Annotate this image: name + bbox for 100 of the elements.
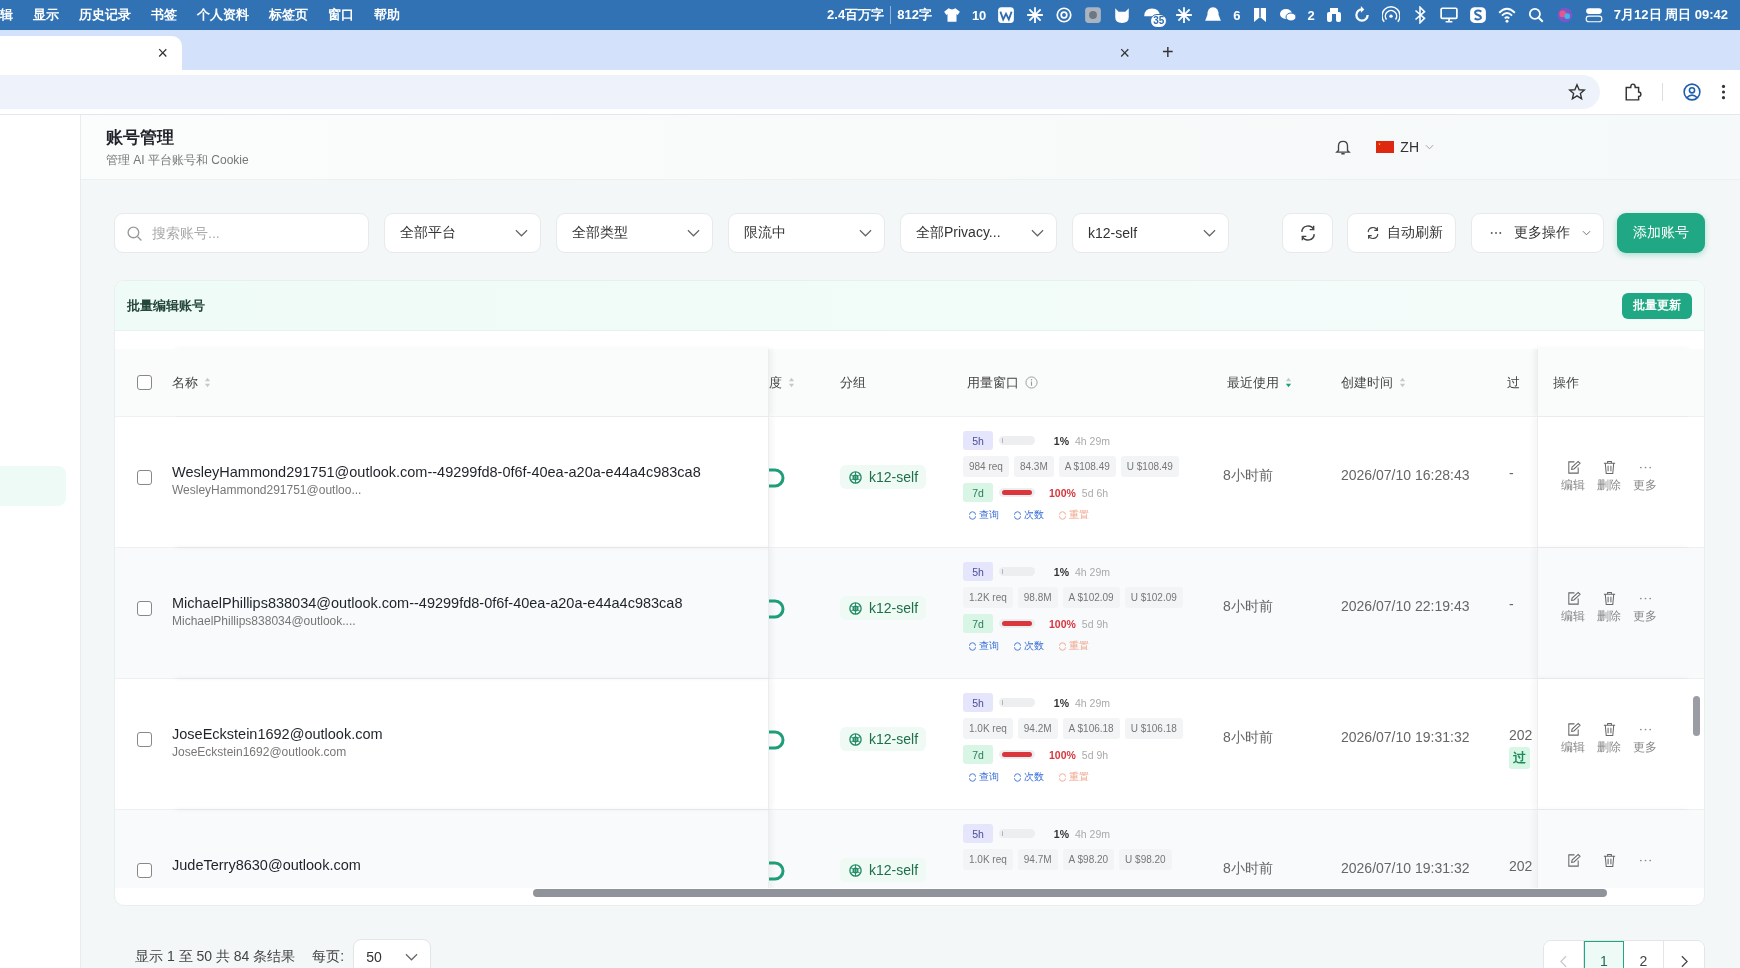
ellipsis-icon [1490, 231, 1502, 235]
browser-tab[interactable]: × [184, 36, 1144, 70]
filter-select[interactable]: 全部类型 [556, 213, 713, 253]
usage-stat: A $106.18 [1062, 718, 1120, 739]
reset-time: 5d 9h [1081, 748, 1109, 761]
shirt-icon[interactable] [942, 6, 961, 24]
usage-action-link[interactable]: 查询 [968, 639, 999, 653]
filter-select[interactable]: k12-self [1072, 213, 1229, 253]
usage-action-link[interactable]: 查询 [968, 770, 999, 784]
penguin-count: 6 [1233, 7, 1241, 23]
search-field[interactable]: 搜索账号... [114, 213, 369, 253]
scrollbar-thumb[interactable] [1693, 696, 1700, 736]
trash-icon [1601, 460, 1617, 475]
monitor-icon[interactable] [1439, 6, 1458, 24]
star-icon[interactable] [1568, 83, 1586, 101]
created-time: 2026/07/10 19:31:32 [1341, 860, 1470, 876]
new-tab-button[interactable]: + [1158, 41, 1178, 64]
wifi-icon[interactable] [1497, 6, 1516, 24]
airdrop-icon[interactable] [1381, 6, 1400, 24]
menu-icon[interactable] [1721, 83, 1726, 101]
sync-icon[interactable] [1352, 6, 1371, 24]
penguin-icon[interactable] [1204, 6, 1223, 24]
chevron-right-icon [1680, 954, 1688, 968]
filter-select[interactable]: 限流中 [728, 213, 885, 253]
edit-action[interactable]: 编辑 [1558, 460, 1588, 494]
row-checkbox[interactable] [137, 470, 152, 485]
add-account-button[interactable]: 添加账号 [1617, 213, 1705, 253]
close-tab-button[interactable]: × [153, 42, 172, 64]
select-all-checkbox[interactable] [137, 375, 152, 390]
column-header: 操作 [1553, 373, 1579, 392]
per-page-select[interactable]: 50 [353, 939, 432, 968]
refresh-button[interactable] [1282, 213, 1333, 253]
usage-action-link[interactable]: 查询 [968, 508, 999, 522]
toggle-switch[interactable] [769, 599, 785, 619]
bell-icon[interactable] [1334, 138, 1353, 156]
menu-item[interactable]: 显示 [33, 6, 59, 24]
row-checkbox[interactable] [137, 732, 152, 747]
sparkle-icon[interactable] [1175, 6, 1194, 24]
binoculars-icon[interactable] [1325, 6, 1342, 24]
toggle-switch[interactable] [769, 468, 785, 488]
more-action[interactable]: 更多 [1630, 591, 1660, 625]
flag-icon [1376, 141, 1395, 153]
group-name: k12-self [869, 469, 919, 485]
usage-percent: 1% [1052, 565, 1069, 578]
more-action[interactable]: 更多 [1630, 722, 1660, 756]
browser-tab[interactable]: × [0, 36, 182, 70]
page-button[interactable]: 1 [1584, 941, 1624, 968]
menu-item[interactable]: 书签 [151, 6, 177, 24]
row-checkbox[interactable] [137, 863, 152, 878]
toggle-switch[interactable] [769, 861, 785, 881]
window-tag: 5h [963, 562, 993, 581]
control-center-icon[interactable] [1584, 6, 1603, 24]
scrollbar-thumb[interactable] [533, 889, 1607, 897]
edit-action[interactable]: 编辑 [1558, 722, 1588, 756]
menu-item[interactable]: 窗口 [328, 6, 354, 24]
auto-refresh-button[interactable]: 自动刷新 [1347, 213, 1456, 253]
more-action[interactable]: 更多 [1630, 460, 1660, 494]
filter-select[interactable]: 全部Privacy... [900, 213, 1057, 253]
address-field[interactable] [0, 75, 1600, 109]
refresh-icon [968, 772, 977, 782]
delete-action[interactable]: 删除 [1594, 460, 1624, 494]
chat-icon[interactable] [1278, 6, 1297, 24]
close-tab-button[interactable]: × [1115, 42, 1134, 64]
usage-action-link[interactable]: 次数 [1013, 639, 1044, 653]
bookmark-icon[interactable] [1251, 6, 1268, 24]
column-header: 用量窗口 [967, 373, 1019, 392]
language-selector[interactable]: ZH [1370, 138, 1440, 156]
chat-count: 2 [1307, 7, 1315, 23]
usage-stat: 84.3M [1013, 456, 1054, 477]
account-name: MichaelPhillips838034@outlook.com--49299fd8-0f6f-40ea-a20a-e44a4c983ca8 [172, 595, 683, 611]
chevron-down-icon [859, 229, 872, 237]
menu-item[interactable]: 辑 [0, 6, 13, 24]
usage-action-link[interactable]: 次数 [1013, 770, 1044, 784]
usage-action-link[interactable]: 次数 [1013, 508, 1044, 522]
shirt-count: 10 [971, 7, 987, 23]
account-name: JudeTerry8630@outlook.com [172, 857, 361, 873]
puzzle-icon[interactable] [1624, 83, 1663, 101]
batch-update-button[interactable]: 批量更新 [1622, 292, 1692, 319]
toggle-switch[interactable] [769, 730, 785, 750]
window-tag: 5h [963, 824, 993, 843]
sort-icon[interactable] [1285, 377, 1292, 388]
column-header: 创建时间 [1341, 373, 1393, 392]
edit-action[interactable]: 编辑 [1558, 591, 1588, 625]
more-actions-button[interactable]: 更多操作 [1471, 213, 1604, 253]
refresh-icon [1298, 224, 1317, 242]
delete-action[interactable]: 删除 [1594, 722, 1624, 756]
menu-item[interactable]: 历史记录 [79, 6, 131, 24]
menu-item[interactable]: 帮助 [374, 6, 400, 24]
w-app-icon[interactable] [997, 6, 1016, 24]
row-checkbox[interactable] [137, 601, 152, 616]
menu-item[interactable]: 标签页 [269, 6, 308, 24]
search-icon[interactable] [1526, 6, 1545, 24]
filter-select[interactable]: 全部平台 [384, 213, 541, 253]
profile-icon[interactable] [1683, 83, 1701, 101]
usage-stat: A $102.09 [1062, 587, 1120, 608]
menu-item[interactable]: 个人资料 [197, 6, 249, 24]
delete-action[interactable]: 删除 [1594, 591, 1624, 625]
sparkle-icon[interactable] [1026, 6, 1045, 24]
app-icon[interactable] [1468, 6, 1487, 24]
cat-icon[interactable] [1113, 6, 1132, 24]
